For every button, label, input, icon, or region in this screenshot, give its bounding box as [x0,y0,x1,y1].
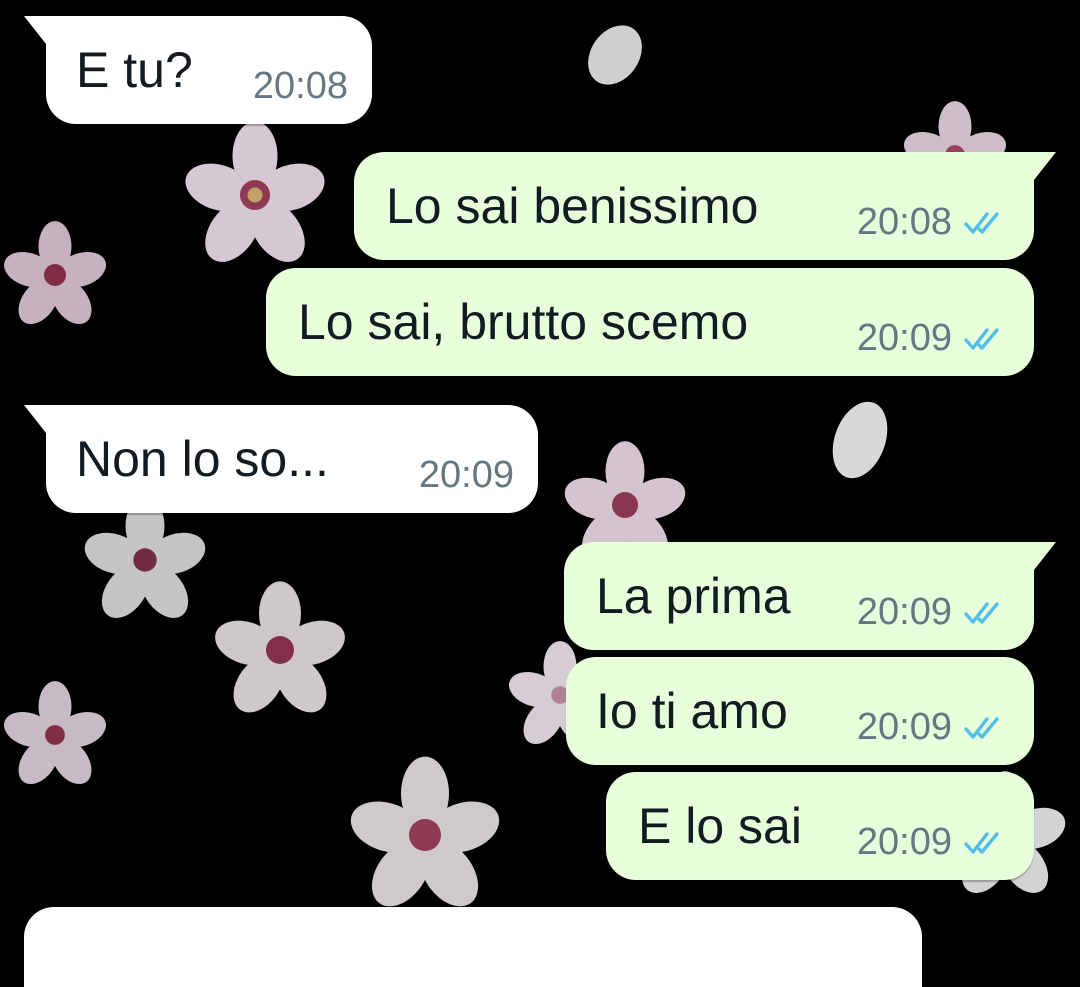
message-bubble-outgoing[interactable]: Lo sai benissimo 20:08 [354,152,1056,260]
message-text: Io ti amo [596,683,788,739]
double-check-icon [964,326,1008,352]
message-bubble-partial[interactable] [24,907,922,987]
message-time: 20:08 [856,201,952,243]
message-time: 20:09 [418,454,514,496]
petal-icon [815,385,905,495]
petal-icon [575,15,655,95]
message-bubble-outgoing[interactable]: Io ti amo 20:09 [566,657,1034,765]
message-text: E tu? [76,42,193,98]
message-text: E lo sai [638,798,802,854]
message-time: 20:09 [856,821,952,863]
double-check-icon [964,600,1008,626]
message-time: 20:09 [856,706,952,748]
blossom-icon [0,660,110,810]
blossom-icon [80,495,210,625]
message-bubble-outgoing[interactable]: Lo sai, brutto scemo 20:09 [266,268,1034,376]
message-bubble-outgoing[interactable]: E lo sai 20:09 [606,772,1034,880]
double-check-icon [964,210,1008,236]
double-check-icon [964,830,1008,856]
message-time: 20:09 [856,591,952,633]
blossom-icon [345,755,505,915]
message-text: Non lo so... [76,431,329,487]
message-time: 20:08 [252,65,348,107]
double-check-icon [964,715,1008,741]
message-text: Lo sai, brutto scemo [298,294,749,350]
message-text: Lo sai benissimo [386,178,759,234]
message-bubble-incoming[interactable]: Non lo so... 20:09 [24,405,538,513]
message-bubble-incoming[interactable]: E tu? 20:08 [24,16,372,124]
message-time: 20:09 [856,317,952,359]
blossom-icon [210,580,350,720]
blossom-icon [180,120,330,270]
message-text: La prima [596,568,791,624]
message-bubble-outgoing[interactable]: La prima 20:09 [564,542,1056,650]
blossom-icon [0,220,110,330]
